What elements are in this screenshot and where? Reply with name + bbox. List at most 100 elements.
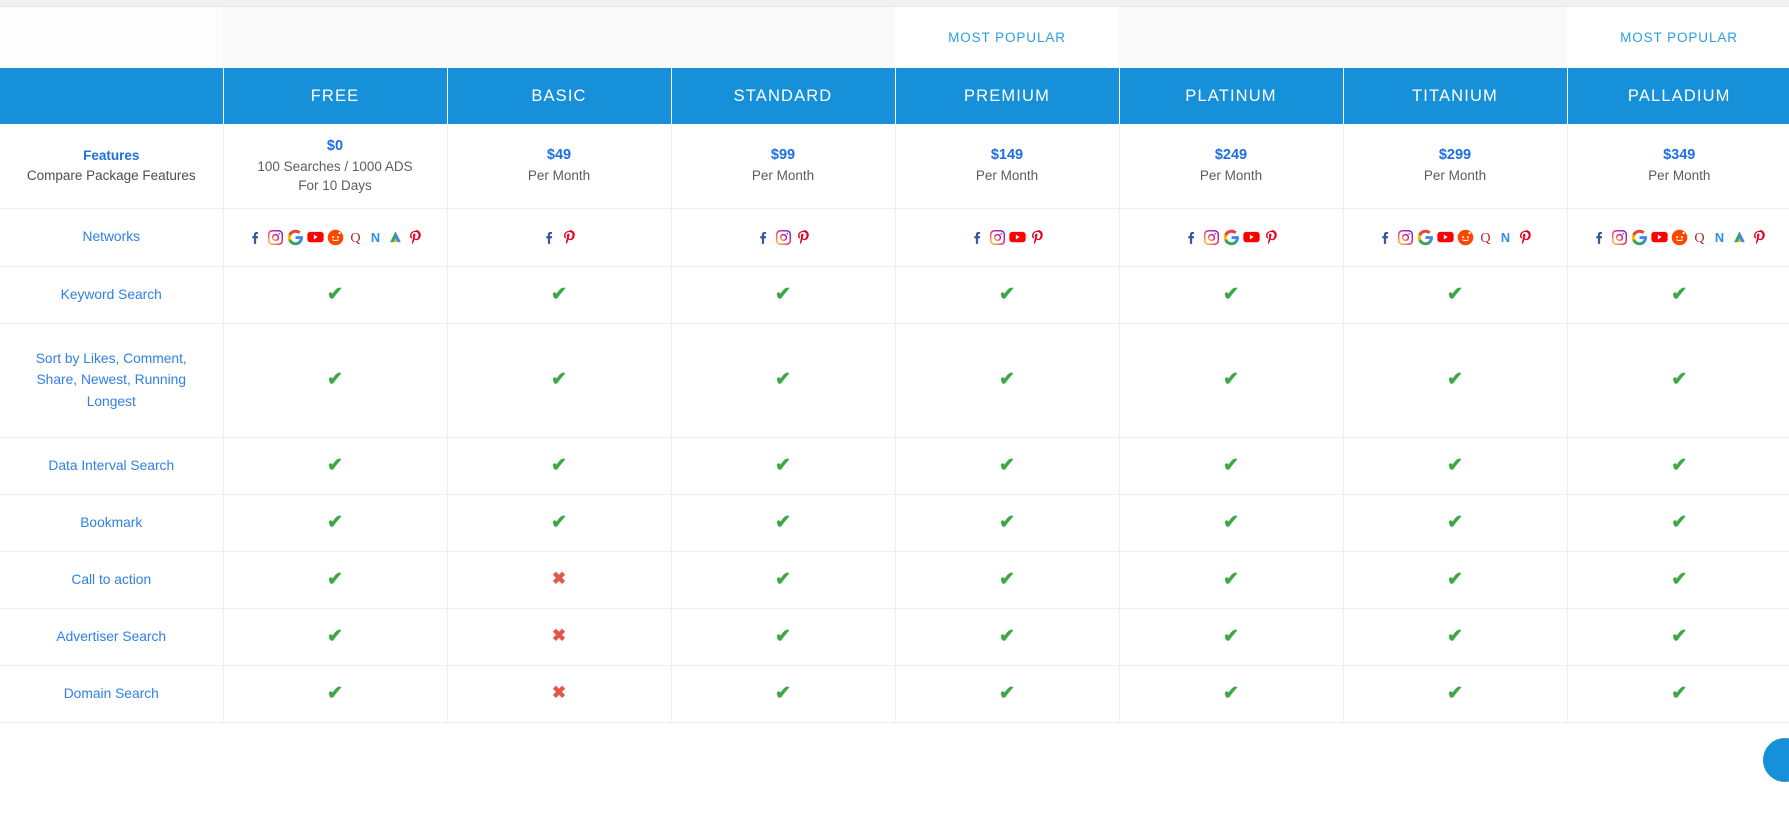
feature-value-platinum: ✔ [1119,266,1344,324]
feature-value-titanium: ✔ [1343,266,1568,324]
features-subtitle: Compare Package Features [26,167,196,183]
chat-support-bubble[interactable] [1763,738,1789,782]
network-icon-group: QN [1348,229,1563,246]
check-icon: ✔ [1671,625,1688,647]
most-popular-banner-row: MOST POPULAR MOST POPULAR [0,7,1789,68]
feature-value-titanium: ✔ [1343,323,1568,438]
reddit-icon [1457,229,1474,246]
reddit-icon [1671,229,1688,246]
check-icon: ✔ [551,283,567,305]
feature-value-titanium: ✔ [1343,437,1568,495]
price-sub-line-1: 100 Searches / 1000 ADS [257,158,413,174]
feature-value-free: ✔ [223,323,448,438]
youtube-icon [306,229,324,246]
price-cell-platinum: $249 Per Month [1119,124,1344,209]
youtube-icon [1436,229,1454,246]
instagram-icon [267,229,284,246]
google-icon [1223,229,1240,246]
network-icon-group [1124,229,1339,246]
feature-value-standard: ✔ [671,551,896,609]
check-icon: ✔ [1447,568,1463,590]
feature-value-basic: ✔ [447,323,672,438]
network-icon-group: QN [228,229,443,246]
banner-blank-standard [671,7,895,68]
feature-value-palladium: ✔ [1567,494,1789,552]
price-sub-line-1: Per Month [975,168,1039,184]
pinterest-icon [407,229,424,246]
facebook-icon [247,229,264,246]
feature-value-platinum: ✔ [1119,323,1344,438]
feature-value-basic: ✖ [447,551,672,609]
check-icon: ✔ [775,454,791,476]
svg-text:Q: Q [1480,230,1490,246]
feature-value-free: ✔ [223,494,448,552]
plan-name-label: FREE [310,86,360,105]
feature-value-standard: ✔ [671,323,896,438]
check-icon: ✔ [775,625,791,647]
plan-header-free[interactable]: FREE [223,68,448,124]
feature-value-standard: ✔ [671,608,896,666]
networks-label-cell: Networks [0,208,224,267]
check-icon: ✔ [999,369,1015,390]
check-icon: ✔ [999,283,1015,305]
price-amount: $0 [326,137,344,154]
plan-name-label: PREMIUM [964,86,1050,105]
price-cell-premium: $149 Per Month [895,124,1120,209]
table-row: Keyword Search ✔ ✔ ✔ ✔ ✔ ✔ ✔ [0,266,1789,324]
instagram-icon [1611,229,1628,246]
plan-name-label: PALLADIUM [1627,86,1731,105]
google-icon [1417,229,1434,246]
most-popular-badge-premium: MOST POPULAR [895,7,1119,68]
feature-value-titanium: ✔ [1343,494,1568,552]
most-popular-label: MOST POPULAR [1620,29,1738,45]
table-row: Data Interval Search ✔ ✔ ✔ ✔ ✔ ✔ ✔ [0,437,1789,495]
feature-label-advertiser-search: Advertiser Search [0,608,224,666]
youtube-icon [1242,229,1260,246]
check-icon: ✔ [775,682,791,704]
pinterest-icon [561,229,578,246]
pricing-table: MOST POPULAR MOST POPULAR FREE BASIC STANDAR… [0,7,1789,723]
most-popular-label: MOST POPULAR [948,29,1066,45]
price-sub-line-1: Per Month [751,168,815,184]
feature-label-keyword-search: Keyword Search [0,266,224,324]
networks-cell-palladium: QN [1567,208,1789,267]
youtube-icon [1651,229,1668,246]
cross-icon: ✖ [551,683,567,702]
banner-blank-titanium [1343,7,1567,68]
check-icon: ✔ [551,454,567,476]
feature-value-standard: ✔ [671,665,896,723]
check-icon: ✔ [1223,682,1239,704]
plan-header-titanium[interactable]: TITANIUM [1343,68,1568,124]
check-icon: ✔ [1447,283,1463,305]
top-strip [0,0,1789,7]
plan-header-premium[interactable]: PREMIUM [895,68,1120,124]
feature-value-premium: ✔ [895,665,1120,723]
facebook-icon [1377,229,1394,246]
cross-icon: ✖ [551,569,567,588]
check-icon: ✔ [1223,568,1239,590]
svg-text:N: N [370,229,379,244]
plan-name-label: STANDARD [733,86,833,105]
check-icon: ✔ [1671,369,1688,390]
check-icon: ✔ [1671,511,1688,533]
feature-label-text: Keyword Search [60,286,162,302]
check-icon: ✔ [1223,369,1239,390]
table-row: Advertiser Search ✔ ✖ ✔ ✔ ✔ ✔ ✔ [0,608,1789,666]
feature-value-free: ✔ [223,665,448,723]
plan-header-feature-cell [0,68,224,124]
feature-value-platinum: ✔ [1119,608,1344,666]
networks-cell-free: QN [223,208,448,267]
plan-header-standard[interactable]: STANDARD [671,68,896,124]
pricing-comparison-page: MOST POPULAR MOST POPULAR FREE BASIC STANDAR… [0,0,1789,816]
check-icon: ✔ [999,568,1015,590]
check-icon: ✔ [1447,369,1463,390]
plan-header-basic[interactable]: BASIC [447,68,672,124]
feature-value-platinum: ✔ [1119,494,1344,552]
feature-value-premium: ✔ [895,608,1120,666]
check-icon: ✔ [1223,511,1239,533]
plan-header-palladium[interactable]: PALLADIUM [1567,68,1789,124]
svg-text:N: N [1715,229,1724,244]
pinterest-icon [1263,229,1280,246]
plan-header-platinum[interactable]: PLATINUM [1119,68,1344,124]
quora-icon: Q [347,229,364,246]
